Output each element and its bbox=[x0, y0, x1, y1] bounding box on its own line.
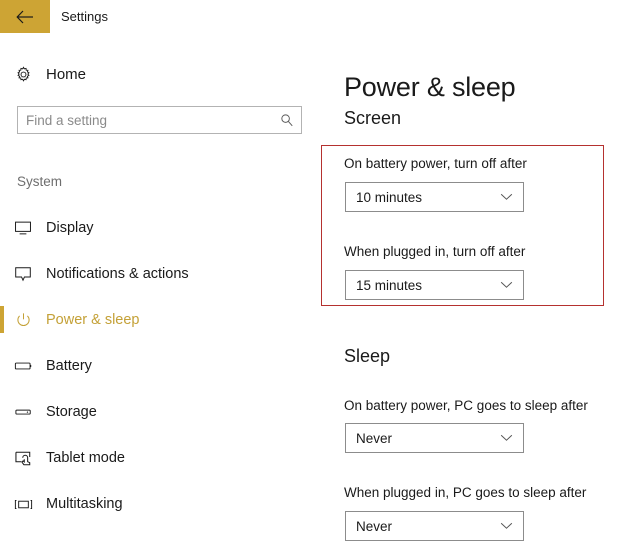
sidebar-item-notifications[interactable]: Notifications & actions bbox=[0, 251, 320, 297]
sidebar-item-storage[interactable]: Storage bbox=[0, 389, 320, 435]
dropdown-sleep-on-battery-value: Never bbox=[356, 430, 393, 446]
search-input[interactable] bbox=[18, 107, 273, 133]
sidebar-item-tablet-mode[interactable]: Tablet mode bbox=[0, 435, 320, 481]
section-heading-screen: Screen bbox=[344, 108, 402, 128]
section-heading-sleep: Sleep bbox=[344, 346, 391, 366]
sidebar-item-tablet-mode-label: Tablet mode bbox=[46, 450, 125, 466]
battery-icon bbox=[0, 360, 46, 372]
sidebar-item-power-and-sleep-label: Power & sleep bbox=[46, 312, 140, 328]
dropdown-screen-when-plugged-in[interactable]: 15 minutes bbox=[345, 270, 524, 300]
sidebar-item-battery[interactable]: Battery bbox=[0, 343, 320, 389]
label-sleep-when-plugged-in: When plugged in, PC goes to sleep after bbox=[344, 485, 587, 500]
sidebar-item-home-label: Home bbox=[46, 65, 87, 83]
app-title: Settings bbox=[61, 9, 108, 24]
selection-accent-bar bbox=[0, 490, 4, 517]
sidebar-item-home[interactable]: Home bbox=[0, 58, 310, 90]
drive-icon bbox=[0, 407, 46, 417]
label-screen-when-plugged-in: When plugged in, turn off after bbox=[344, 244, 526, 259]
selection-accent-bar bbox=[0, 444, 4, 471]
gear-icon bbox=[0, 65, 46, 83]
sidebar-item-battery-label: Battery bbox=[46, 358, 92, 374]
label-sleep-on-battery: On battery power, PC goes to sleep after bbox=[344, 398, 588, 413]
sidebar: Home System Display bbox=[0, 33, 320, 548]
sidebar-item-notifications-label: Notifications & actions bbox=[46, 266, 189, 282]
title-bar: Settings bbox=[0, 0, 632, 33]
selection-accent-bar bbox=[0, 306, 4, 333]
search-icon[interactable] bbox=[273, 113, 301, 127]
sidebar-item-multitasking[interactable]: Multitasking bbox=[0, 481, 320, 527]
speech-bubble-icon bbox=[0, 266, 46, 282]
sidebar-group-label: System bbox=[17, 174, 63, 189]
label-screen-on-battery: On battery power, turn off after bbox=[344, 156, 527, 171]
monitor-icon bbox=[0, 220, 46, 236]
sidebar-item-power-and-sleep[interactable]: Power & sleep bbox=[0, 297, 320, 343]
selection-accent-bar bbox=[0, 352, 4, 379]
main-content: Power & sleep Screen On battery power, t… bbox=[320, 33, 632, 548]
dropdown-screen-when-plugged-in-value: 15 minutes bbox=[356, 277, 423, 293]
power-icon bbox=[0, 312, 46, 329]
tablet-touch-icon bbox=[0, 450, 46, 467]
dropdown-screen-on-battery[interactable]: 10 minutes bbox=[345, 182, 524, 212]
dropdown-sleep-on-battery[interactable]: Never bbox=[345, 423, 524, 453]
sidebar-item-display-label: Display bbox=[46, 220, 94, 236]
back-button[interactable] bbox=[0, 0, 50, 33]
sidebar-item-storage-label: Storage bbox=[46, 404, 97, 420]
selection-accent-bar bbox=[0, 398, 4, 425]
dropdown-screen-on-battery-value: 10 minutes bbox=[356, 189, 423, 205]
sidebar-item-display[interactable]: Display bbox=[0, 205, 320, 251]
selection-accent-bar bbox=[0, 260, 4, 287]
chevron-down-icon bbox=[489, 522, 523, 530]
chevron-down-icon bbox=[489, 281, 523, 289]
sidebar-nav-list: Display Notifications & actions Power & … bbox=[0, 205, 320, 527]
multitask-icon bbox=[0, 498, 46, 511]
selection-accent-bar bbox=[0, 214, 4, 241]
chevron-down-icon bbox=[489, 193, 523, 201]
search-box[interactable] bbox=[17, 106, 302, 134]
dropdown-sleep-when-plugged-in[interactable]: Never bbox=[345, 511, 524, 541]
back-arrow-icon bbox=[15, 9, 35, 25]
page-title: Power & sleep bbox=[344, 72, 516, 103]
sidebar-item-multitasking-label: Multitasking bbox=[46, 496, 123, 512]
dropdown-sleep-when-plugged-in-value: Never bbox=[356, 518, 393, 534]
chevron-down-icon bbox=[489, 434, 523, 442]
